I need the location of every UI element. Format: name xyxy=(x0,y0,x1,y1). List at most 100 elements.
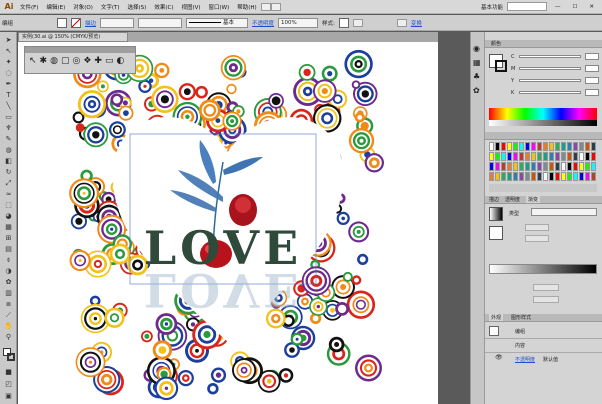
color-swatch[interactable] xyxy=(561,142,566,151)
symbol-sprayer-tool-icon[interactable]: ✿ xyxy=(3,278,14,287)
gradient-preview[interactable] xyxy=(489,207,503,221)
color-swatch[interactable] xyxy=(519,172,524,181)
tool-b-icon[interactable]: ✱ xyxy=(40,56,48,66)
color-swatch[interactable] xyxy=(525,172,530,181)
swatch-panel-icon[interactable]: ▦ xyxy=(473,58,481,67)
grayscale-ramp[interactable] xyxy=(489,120,597,126)
color-swatch[interactable] xyxy=(537,142,542,151)
opacity-link[interactable]: 不透明度 xyxy=(252,19,274,27)
arrange-button[interactable] xyxy=(270,2,281,11)
color-swatch[interactable] xyxy=(573,162,578,171)
color-stroke-swatch[interactable] xyxy=(495,60,507,72)
channel-y-value[interactable] xyxy=(585,77,599,84)
color-swatch[interactable] xyxy=(537,162,542,171)
maximize-icon[interactable]: ☐ xyxy=(568,4,581,10)
channel-m-slider[interactable] xyxy=(519,67,581,70)
visibility-eye-icon[interactable]: 👁 xyxy=(495,354,503,361)
menu-effect[interactable]: 效果(C) xyxy=(150,3,177,11)
color-swatch[interactable] xyxy=(549,152,554,161)
color-swatch[interactable] xyxy=(531,162,536,171)
color-swatch[interactable] xyxy=(579,152,584,161)
menu-select[interactable]: 选择(S) xyxy=(124,3,151,11)
color-swatch[interactable] xyxy=(513,152,518,161)
eraser-tool-icon[interactable]: ◧ xyxy=(3,157,14,166)
graphic-style-swatch[interactable] xyxy=(338,17,349,28)
variable-width-field[interactable] xyxy=(138,17,183,28)
color-swatch[interactable] xyxy=(591,172,596,181)
color-swatch[interactable] xyxy=(561,152,566,161)
color-swatch[interactable] xyxy=(543,142,548,151)
color-swatch[interactable] xyxy=(519,142,524,151)
artboard-tool-icon[interactable]: ⧈ xyxy=(3,300,14,309)
transform-link[interactable]: 变换 xyxy=(411,19,422,27)
gradient-tool-icon[interactable]: ▤ xyxy=(3,245,14,254)
rectangle-tool-icon[interactable]: ▭ xyxy=(3,113,14,122)
pen-tool-icon[interactable]: ✒ xyxy=(3,80,14,89)
gradient-opacity-field[interactable] xyxy=(533,284,559,291)
color-swatch[interactable] xyxy=(543,172,548,181)
blob-brush-tool-icon[interactable]: ◍ xyxy=(3,146,14,155)
color-swatch[interactable] xyxy=(519,152,524,161)
selection-tool-icon[interactable]: ➤ xyxy=(3,36,14,45)
fill-swatch[interactable] xyxy=(57,17,68,28)
channel-m-value[interactable] xyxy=(585,65,599,72)
tab-transparency[interactable]: 透明度 xyxy=(505,196,520,203)
color-swatch[interactable] xyxy=(531,142,536,151)
color-panel-icon[interactable]: ◉ xyxy=(473,44,480,53)
color-swatch[interactable] xyxy=(501,152,506,161)
color-swatch[interactable] xyxy=(543,162,548,171)
color-swatch[interactable] xyxy=(543,152,548,161)
color-swatch[interactable] xyxy=(579,142,584,151)
color-swatch[interactable] xyxy=(591,142,596,151)
color-swatch[interactable] xyxy=(489,142,494,151)
gradient-angle-field[interactable] xyxy=(525,224,549,231)
color-swatch[interactable] xyxy=(525,152,530,161)
color-swatch[interactable] xyxy=(555,142,560,151)
color-swatch[interactable] xyxy=(501,172,506,181)
color-swatch[interactable] xyxy=(489,172,494,181)
swatch-grid[interactable] xyxy=(489,142,597,182)
artboard-canvas[interactable]: LOVE LOVE xyxy=(18,42,438,404)
gradient-location-field[interactable] xyxy=(533,296,559,303)
mesh-tool-icon[interactable]: ⊞ xyxy=(3,234,14,243)
color-swatch[interactable] xyxy=(495,172,500,181)
color-swatch[interactable] xyxy=(573,172,578,181)
minimize-icon[interactable]: — xyxy=(551,4,565,10)
gradient-type-select[interactable] xyxy=(531,208,597,216)
tab-appearance[interactable]: 外观 xyxy=(489,314,504,321)
paintbrush-tool-icon[interactable]: ♆ xyxy=(3,124,14,133)
color-swatch[interactable] xyxy=(585,152,590,161)
menu-window[interactable]: 窗口(W) xyxy=(205,3,234,11)
stroke-weight-field[interactable] xyxy=(100,17,135,28)
zoom-tool-icon[interactable]: ⚲ xyxy=(3,333,14,342)
color-swatch[interactable] xyxy=(555,172,560,181)
tool-h-icon[interactable]: ▭ xyxy=(105,56,114,66)
channel-k-slider[interactable] xyxy=(519,91,581,94)
tool-e-icon[interactable]: ◎ xyxy=(72,56,80,66)
tab-stroke[interactable]: 描边 xyxy=(489,196,499,203)
tool-a-icon[interactable]: ↖ xyxy=(29,56,37,66)
color-swatch[interactable] xyxy=(585,162,590,171)
color-swatch[interactable] xyxy=(507,172,512,181)
color-swatch[interactable] xyxy=(525,162,530,171)
channel-c-value[interactable] xyxy=(585,53,599,60)
channel-y-slider[interactable] xyxy=(519,79,581,82)
blend-tool-icon[interactable]: ◑ xyxy=(3,267,14,276)
free-transform-tool-icon[interactable]: ⬚ xyxy=(3,201,14,210)
channel-c-slider[interactable] xyxy=(519,55,581,58)
tool-c-icon[interactable]: ◍ xyxy=(50,56,58,66)
color-swatch[interactable] xyxy=(591,162,596,171)
color-swatch[interactable] xyxy=(495,152,500,161)
color-swatch[interactable] xyxy=(585,172,590,181)
color-swatch[interactable] xyxy=(525,142,530,151)
tool-i-icon[interactable]: ◐ xyxy=(116,56,124,66)
gradient-slider[interactable] xyxy=(489,264,597,274)
color-swatch[interactable] xyxy=(561,172,566,181)
channel-k-value[interactable] xyxy=(585,89,599,96)
bridge-button[interactable] xyxy=(260,2,271,11)
gradient-stroke-icon[interactable] xyxy=(489,226,503,240)
close-icon[interactable]: ✕ xyxy=(585,4,598,10)
color-swatch[interactable] xyxy=(549,172,554,181)
color-swatch[interactable] xyxy=(531,172,536,181)
color-panel-header[interactable]: 颜色 xyxy=(485,40,602,48)
